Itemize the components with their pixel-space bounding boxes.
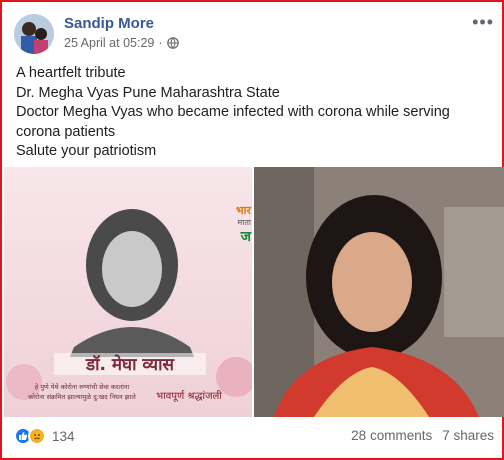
photo-caption-line1: हे पुणे येथे कोरोना रुग्णांची सेवा करतां… xyxy=(35,383,130,391)
photo-corner-top: भार xyxy=(236,204,252,217)
post-text-line: Doctor Megha Vyas who became infected wi… xyxy=(16,104,450,140)
timestamp[interactable]: 25 April at 05:29 xyxy=(64,36,154,50)
photo-name-caption: डॉ. मेघा व्यास xyxy=(85,354,175,375)
more-options-icon[interactable]: ••• xyxy=(472,12,494,33)
post-header: Sandip More 25 April at 05:29 · ••• xyxy=(12,12,496,56)
photo-tribute-text: भावपूर्ण श्रद्धांजली xyxy=(156,390,222,402)
shares-link[interactable]: 7 shares xyxy=(442,428,494,443)
post-text: A heartfelt tribute Dr. Megha Vyas Pune … xyxy=(16,64,496,162)
sad-icon xyxy=(28,427,46,445)
post-meta: 25 April at 05:29 · xyxy=(64,36,179,50)
post-text-line: Dr. Megha Vyas Pune Maharashtra State xyxy=(16,84,280,101)
author-name[interactable]: Sandip More xyxy=(64,15,154,32)
post-text-line: Salute your patriotism xyxy=(16,143,157,159)
globe-icon[interactable] xyxy=(166,37,179,49)
comments-link[interactable]: 28 comments xyxy=(351,428,432,443)
avatar[interactable] xyxy=(14,14,54,54)
post-card: Sandip More 25 April at 05:29 · ••• A he… xyxy=(0,0,504,460)
reactions-summary[interactable]: 134 xyxy=(14,427,75,445)
post-text-line: A heartfelt tribute xyxy=(16,65,126,81)
photo-grid: डॉ. मेघा व्यास हे पुणे येथे कोरोना रुग्ण… xyxy=(4,167,504,417)
post-footer: 134 28 comments 7 shares xyxy=(12,422,496,452)
photo-corner-mid: माता xyxy=(238,218,252,227)
tribute-photo[interactable]: डॉ. मेघा व्यास हे पुणे येथे कोरोना रुग्ण… xyxy=(4,167,252,417)
photo-caption-line2: कोरोना संक्रमित झाल्यामुळे दु:खद निधन झा… xyxy=(28,393,136,401)
reaction-count: 134 xyxy=(52,428,75,444)
photo-corner-bottom: ज xyxy=(240,229,252,245)
portrait-photo[interactable] xyxy=(254,167,504,417)
engagement-stats: 28 comments 7 shares xyxy=(351,428,494,443)
